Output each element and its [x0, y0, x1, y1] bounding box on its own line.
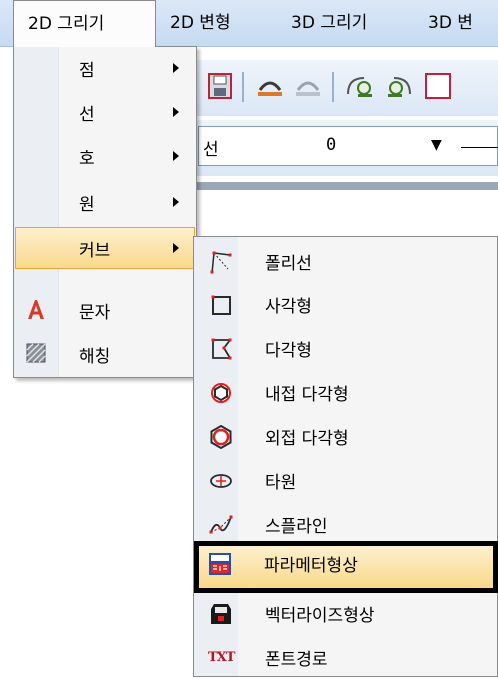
font-path-icon: TXT	[208, 650, 235, 665]
save-icon[interactable]	[206, 70, 234, 102]
submenu-item-ellipse[interactable]: 타원	[195, 458, 497, 502]
submenu-item-spline[interactable]: 스플라인	[195, 502, 497, 546]
divider	[196, 182, 498, 190]
menu-item-label: 커브	[79, 241, 111, 261]
menu-item-circle[interactable]: 원	[15, 181, 195, 223]
view-icon[interactable]	[422, 70, 454, 102]
rectangle-icon	[208, 292, 234, 318]
curve-submenu: 폴리선 사각형 다각형 내접 다각형 외접 다각형 타원 스플라인 파라메터형상…	[193, 236, 498, 677]
toolbar-separator	[332, 72, 334, 102]
vectorize-shape-icon	[208, 601, 234, 627]
submenu-item-label: 사각형	[265, 297, 312, 317]
text-a-icon	[24, 297, 48, 321]
spline-icon	[208, 512, 234, 538]
menubar-item-label: 2D 변형	[170, 13, 231, 33]
menu-item-point[interactable]: 점	[15, 47, 195, 89]
submenu-arrow-icon	[173, 197, 179, 207]
submenu-item-inscribed-polygon[interactable]: 내접 다각형	[195, 370, 497, 414]
menu-item-line[interactable]: 선	[15, 91, 195, 133]
submenu-item-label: 폴리선	[265, 254, 312, 274]
submenu-item-label: 외접 다각형	[265, 429, 349, 449]
submenu-item-label: 벡터라이즈형상	[265, 606, 375, 626]
menu-item-label: 문자	[79, 303, 111, 323]
redo-icon[interactable]	[292, 70, 324, 102]
line-style-preview	[461, 147, 498, 148]
toolbar	[196, 60, 498, 116]
property-label: 선	[203, 140, 219, 160]
hatch-icon	[24, 341, 48, 365]
menu-item-label: 점	[79, 61, 95, 81]
menu-item-arc[interactable]: 호	[15, 135, 195, 177]
menubar-item-label: 3D 변	[428, 13, 473, 33]
view-rotate-left-icon[interactable]	[344, 70, 376, 102]
submenu-arrow-icon	[173, 63, 179, 73]
menu-bar: 2D 그리기 2D 변형 3D 그리기 3D 변	[0, 0, 498, 47]
chevron-down-icon[interactable]: ▼	[431, 137, 442, 153]
menubar-item-2d-transform[interactable]: 2D 변형	[170, 0, 231, 46]
line-property-combo[interactable]: 선 0 ▼	[198, 126, 498, 166]
menu-item-text[interactable]: 문자	[15, 289, 195, 331]
menubar-item-3d-draw[interactable]: 3D 그리기	[291, 0, 367, 46]
toolbar-separator	[242, 72, 244, 102]
submenu-item-font-path[interactable]: TXT 폰트경로	[195, 635, 497, 679]
menubar-item-label: 2D 그리기	[28, 14, 105, 34]
submenu-arrow-icon	[173, 151, 179, 161]
property-value: 0	[326, 135, 337, 155]
menu-item-label: 선	[79, 105, 95, 125]
polygon-icon	[208, 336, 234, 362]
property-bar: 선 0 ▼	[196, 120, 498, 176]
submenu-item-label: 다각형	[265, 341, 312, 361]
submenu-item-parametric-shape[interactable]: 파라메터형상	[194, 541, 498, 593]
menu-item-hatch[interactable]: 해칭	[15, 333, 195, 375]
submenu-arrow-icon	[173, 107, 179, 117]
ellipse-icon	[208, 468, 234, 494]
menubar-item-2d-draw[interactable]: 2D 그리기	[13, 0, 156, 47]
circumscribed-polygon-icon	[208, 424, 234, 450]
menubar-item-3d-transform[interactable]: 3D 변	[428, 0, 473, 46]
menu-item-label: 호	[79, 149, 95, 169]
polyline-icon	[208, 249, 234, 275]
menu-item-curve[interactable]: 커브	[15, 227, 195, 269]
submenu-item-vectorize-shape[interactable]: 벡터라이즈형상	[195, 591, 497, 635]
view-rotate-right-icon[interactable]	[382, 70, 414, 102]
draw-2d-menu: 점 선 호 원 커브 문자 해칭	[13, 46, 197, 378]
menu-item-label: 해칭	[79, 347, 111, 367]
submenu-item-label: 타원	[265, 473, 297, 493]
submenu-item-polygon[interactable]: 다각형	[195, 326, 497, 370]
submenu-item-circumscribed-polygon[interactable]: 외접 다각형	[195, 414, 497, 458]
menu-item-label: 원	[79, 195, 95, 215]
submenu-item-label: 폰트경로	[265, 650, 328, 670]
inscribed-polygon-icon	[208, 380, 234, 406]
submenu-item-polyline[interactable]: 폴리선	[195, 239, 497, 283]
submenu-item-label: 내접 다각형	[265, 385, 349, 405]
submenu-item-label: 파라메터형상	[264, 556, 358, 576]
menubar-item-label: 3D 그리기	[291, 13, 368, 33]
parametric-shape-icon	[207, 551, 233, 577]
submenu-item-rectangle[interactable]: 사각형	[195, 282, 497, 326]
submenu-arrow-icon	[173, 243, 179, 253]
undo-icon[interactable]	[254, 70, 286, 102]
submenu-item-label: 스플라인	[265, 517, 328, 537]
